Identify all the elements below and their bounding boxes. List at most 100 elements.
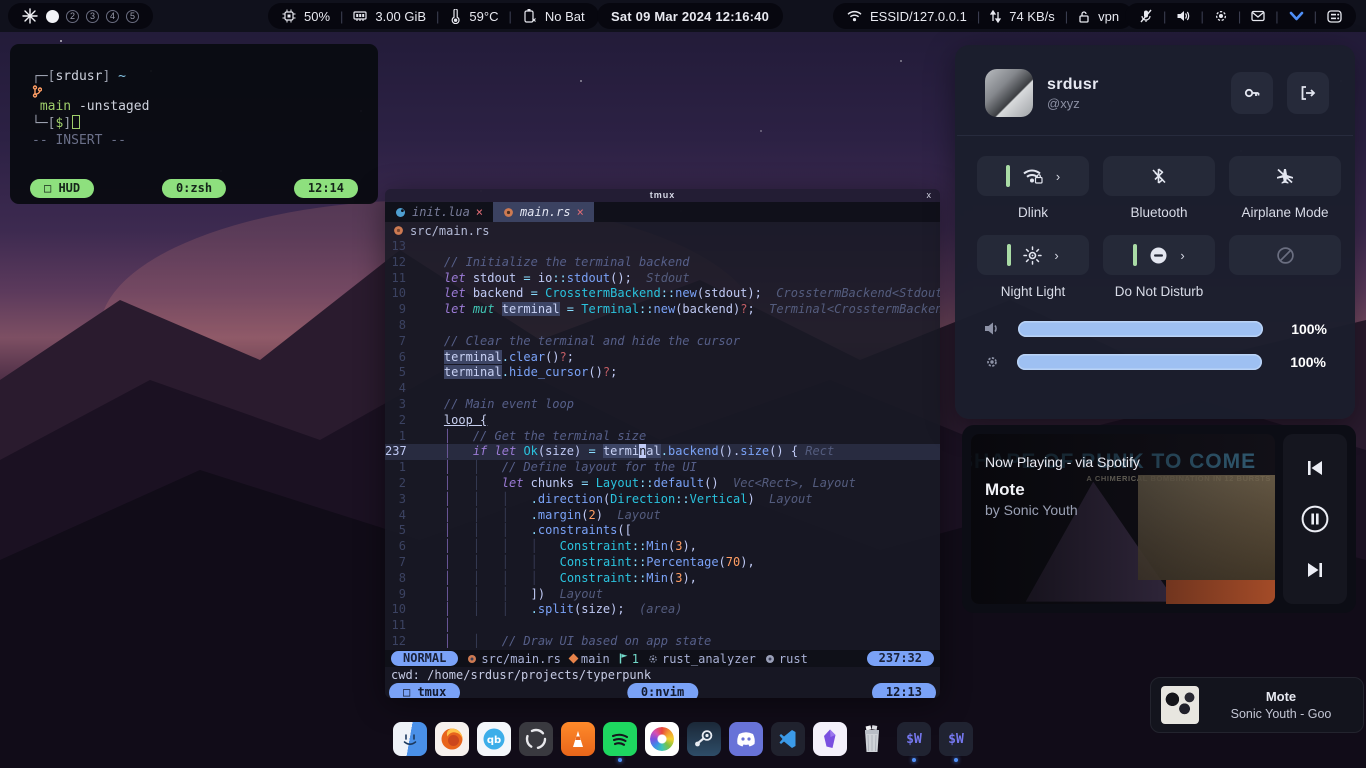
notification-title: Mote	[1209, 689, 1353, 704]
running-indicator	[534, 758, 538, 762]
previous-track-button[interactable]	[1304, 457, 1326, 479]
git-branch-icon	[568, 654, 578, 664]
quick-toggles: ›DlinkBluetoothAirplane Mode›Night Light…	[955, 136, 1355, 314]
filetype-label: rust	[779, 652, 808, 666]
workspaces-group: 2345	[8, 3, 153, 29]
chevron-right-icon[interactable]: ›	[1054, 248, 1058, 263]
line-number: 12	[385, 255, 415, 271]
dock-file-manager-icon[interactable]	[393, 722, 427, 756]
dock-sw2-icon[interactable]: $W	[939, 722, 973, 756]
dock-discord-icon[interactable]	[729, 722, 763, 756]
workspace-3[interactable]: 3	[86, 10, 99, 23]
tmux-window-pill[interactable]: 0:nvim	[627, 683, 698, 698]
workspace-1-active[interactable]	[46, 10, 59, 23]
line-number: 5	[385, 365, 415, 381]
chevron-right-icon[interactable]: ›	[1180, 248, 1184, 263]
tmux-session-pill[interactable]: □ tmux	[389, 683, 460, 698]
pause-button[interactable]	[1300, 504, 1330, 534]
system-stats-group: 50% | 3.00 GiB | 59°C | No Bat	[268, 3, 599, 29]
code-line: 237 │ if let Ok(size) = terminal.backend…	[385, 444, 940, 460]
dock-trash-icon[interactable]	[855, 722, 889, 756]
microphone-muted-icon[interactable]	[1139, 9, 1153, 23]
wifi-essid[interactable]: ESSID/127.0.0.1	[870, 9, 967, 24]
track-artist: by Sonic Youth	[985, 502, 1078, 518]
vpn-label[interactable]: vpn	[1098, 9, 1119, 24]
control-center-panel: srdusr @xyz ›DlinkBluetoothAirplane Mode…	[955, 45, 1355, 419]
toggle-airplane-mode[interactable]	[1229, 156, 1341, 196]
breadcrumb: src/main.rs	[385, 222, 940, 239]
toggle-label: Dlink	[1018, 205, 1048, 221]
running-indicator	[702, 758, 706, 762]
line-number: 2	[385, 476, 415, 492]
toggle-blocked[interactable]	[1229, 235, 1341, 275]
running-indicator	[786, 758, 790, 762]
code-line: 8 │ │ │ │ Constraint::Min(3),	[385, 571, 940, 587]
dock-steam-icon[interactable]	[687, 722, 721, 756]
code-line: 12 // Initialize the terminal backend	[385, 255, 940, 271]
mail-icon[interactable]	[1251, 10, 1265, 22]
code-line: 11 let stdout = io::stdout(); Stdout	[385, 271, 940, 287]
tmux-session-pill[interactable]: □ HUD	[30, 179, 94, 198]
vpn-lock-icon	[1078, 10, 1090, 23]
diagnostics-count: 1	[632, 652, 639, 666]
systray-icon[interactable]	[1327, 10, 1342, 23]
dock-obs-icon[interactable]	[519, 722, 553, 756]
workspace-2[interactable]: 2	[66, 10, 79, 23]
dock-obsidian-icon[interactable]	[813, 722, 847, 756]
next-track-button[interactable]	[1304, 559, 1326, 581]
line-number: 6	[385, 350, 415, 366]
network-group: ESSID/127.0.0.1 | 74 KB/s | vpn	[833, 3, 1133, 29]
editor-window[interactable]: tmux x init.lua×main.rs× src/main.rs 1 3 1…	[385, 189, 940, 698]
running-indicator	[450, 758, 454, 762]
active-indicator	[1133, 244, 1137, 266]
terminal-line: -- INSERT --	[32, 132, 378, 149]
settings-gear-icon[interactable]	[1214, 9, 1228, 23]
tmux-window-pill[interactable]: 0:zsh	[162, 179, 226, 198]
code-line: 4	[385, 381, 940, 397]
toggle-dlink[interactable]: ›	[977, 156, 1089, 196]
window-titlebar[interactable]: tmux x	[385, 189, 940, 202]
dock-vscode-icon[interactable]	[771, 722, 805, 756]
code-line: 11 │	[385, 618, 940, 634]
dock-vlc-icon[interactable]	[561, 722, 595, 756]
volume-icon[interactable]	[1176, 9, 1190, 23]
toggle-night-light[interactable]: ›	[977, 235, 1089, 275]
hud-terminal-window[interactable]: ┌─[srdusr] ~ main -unstaged└─[$]-- INSER…	[10, 44, 378, 204]
line-number: 4	[385, 508, 415, 524]
tab-close-icon[interactable]: ×	[476, 205, 483, 219]
workspace-4[interactable]: 4	[106, 10, 119, 23]
dock-photos-icon[interactable]	[645, 722, 679, 756]
window-close-button[interactable]: x	[927, 189, 933, 202]
dnd-icon	[1149, 246, 1168, 265]
slider-value: 100%	[1278, 354, 1326, 370]
terminal-output: ┌─[srdusr] ~ main -unstaged└─[$]-- INSER…	[10, 44, 378, 149]
volume-slider[interactable]	[1018, 321, 1263, 337]
toggle-do-not-disturb[interactable]: ›	[1103, 235, 1215, 275]
keyring-button[interactable]	[1231, 72, 1273, 114]
git-branch-icon	[32, 85, 378, 98]
notification-album-art	[1161, 686, 1199, 724]
cursor-position: 237:32	[867, 651, 934, 666]
editor-tab-init.lua[interactable]: init.lua×	[385, 202, 493, 222]
tab-close-icon[interactable]: ×	[577, 205, 584, 219]
code-area[interactable]: 1312 // Initialize the terminal backend1…	[385, 239, 940, 650]
battery-missing-icon	[522, 9, 537, 23]
toggle-bluetooth[interactable]	[1103, 156, 1215, 196]
line-number: 3	[385, 492, 415, 508]
workspace-5[interactable]: 5	[126, 10, 139, 23]
wifi-icon	[847, 10, 862, 22]
brightness-slider[interactable]	[1017, 354, 1262, 370]
key-icon	[1242, 83, 1262, 103]
lsp-server-name: rust_analyzer	[662, 652, 756, 666]
logout-button[interactable]	[1287, 72, 1329, 114]
chevron-down-icon[interactable]	[1289, 10, 1304, 22]
dock-qbittorrent-icon[interactable]: qb	[477, 722, 511, 756]
editor-tab-main.rs[interactable]: main.rs×	[493, 202, 594, 222]
dock-spotify-icon[interactable]	[603, 722, 637, 756]
dock-sw1-icon[interactable]: $W	[897, 722, 931, 756]
clock[interactable]: Sat 09 Mar 2024 12:16:40	[597, 3, 783, 29]
dock-firefox-icon[interactable]	[435, 722, 469, 756]
chevron-right-icon[interactable]: ›	[1056, 169, 1060, 184]
memory-usage: 3.00 GiB	[375, 9, 426, 24]
distro-logo-icon[interactable]	[22, 8, 38, 24]
